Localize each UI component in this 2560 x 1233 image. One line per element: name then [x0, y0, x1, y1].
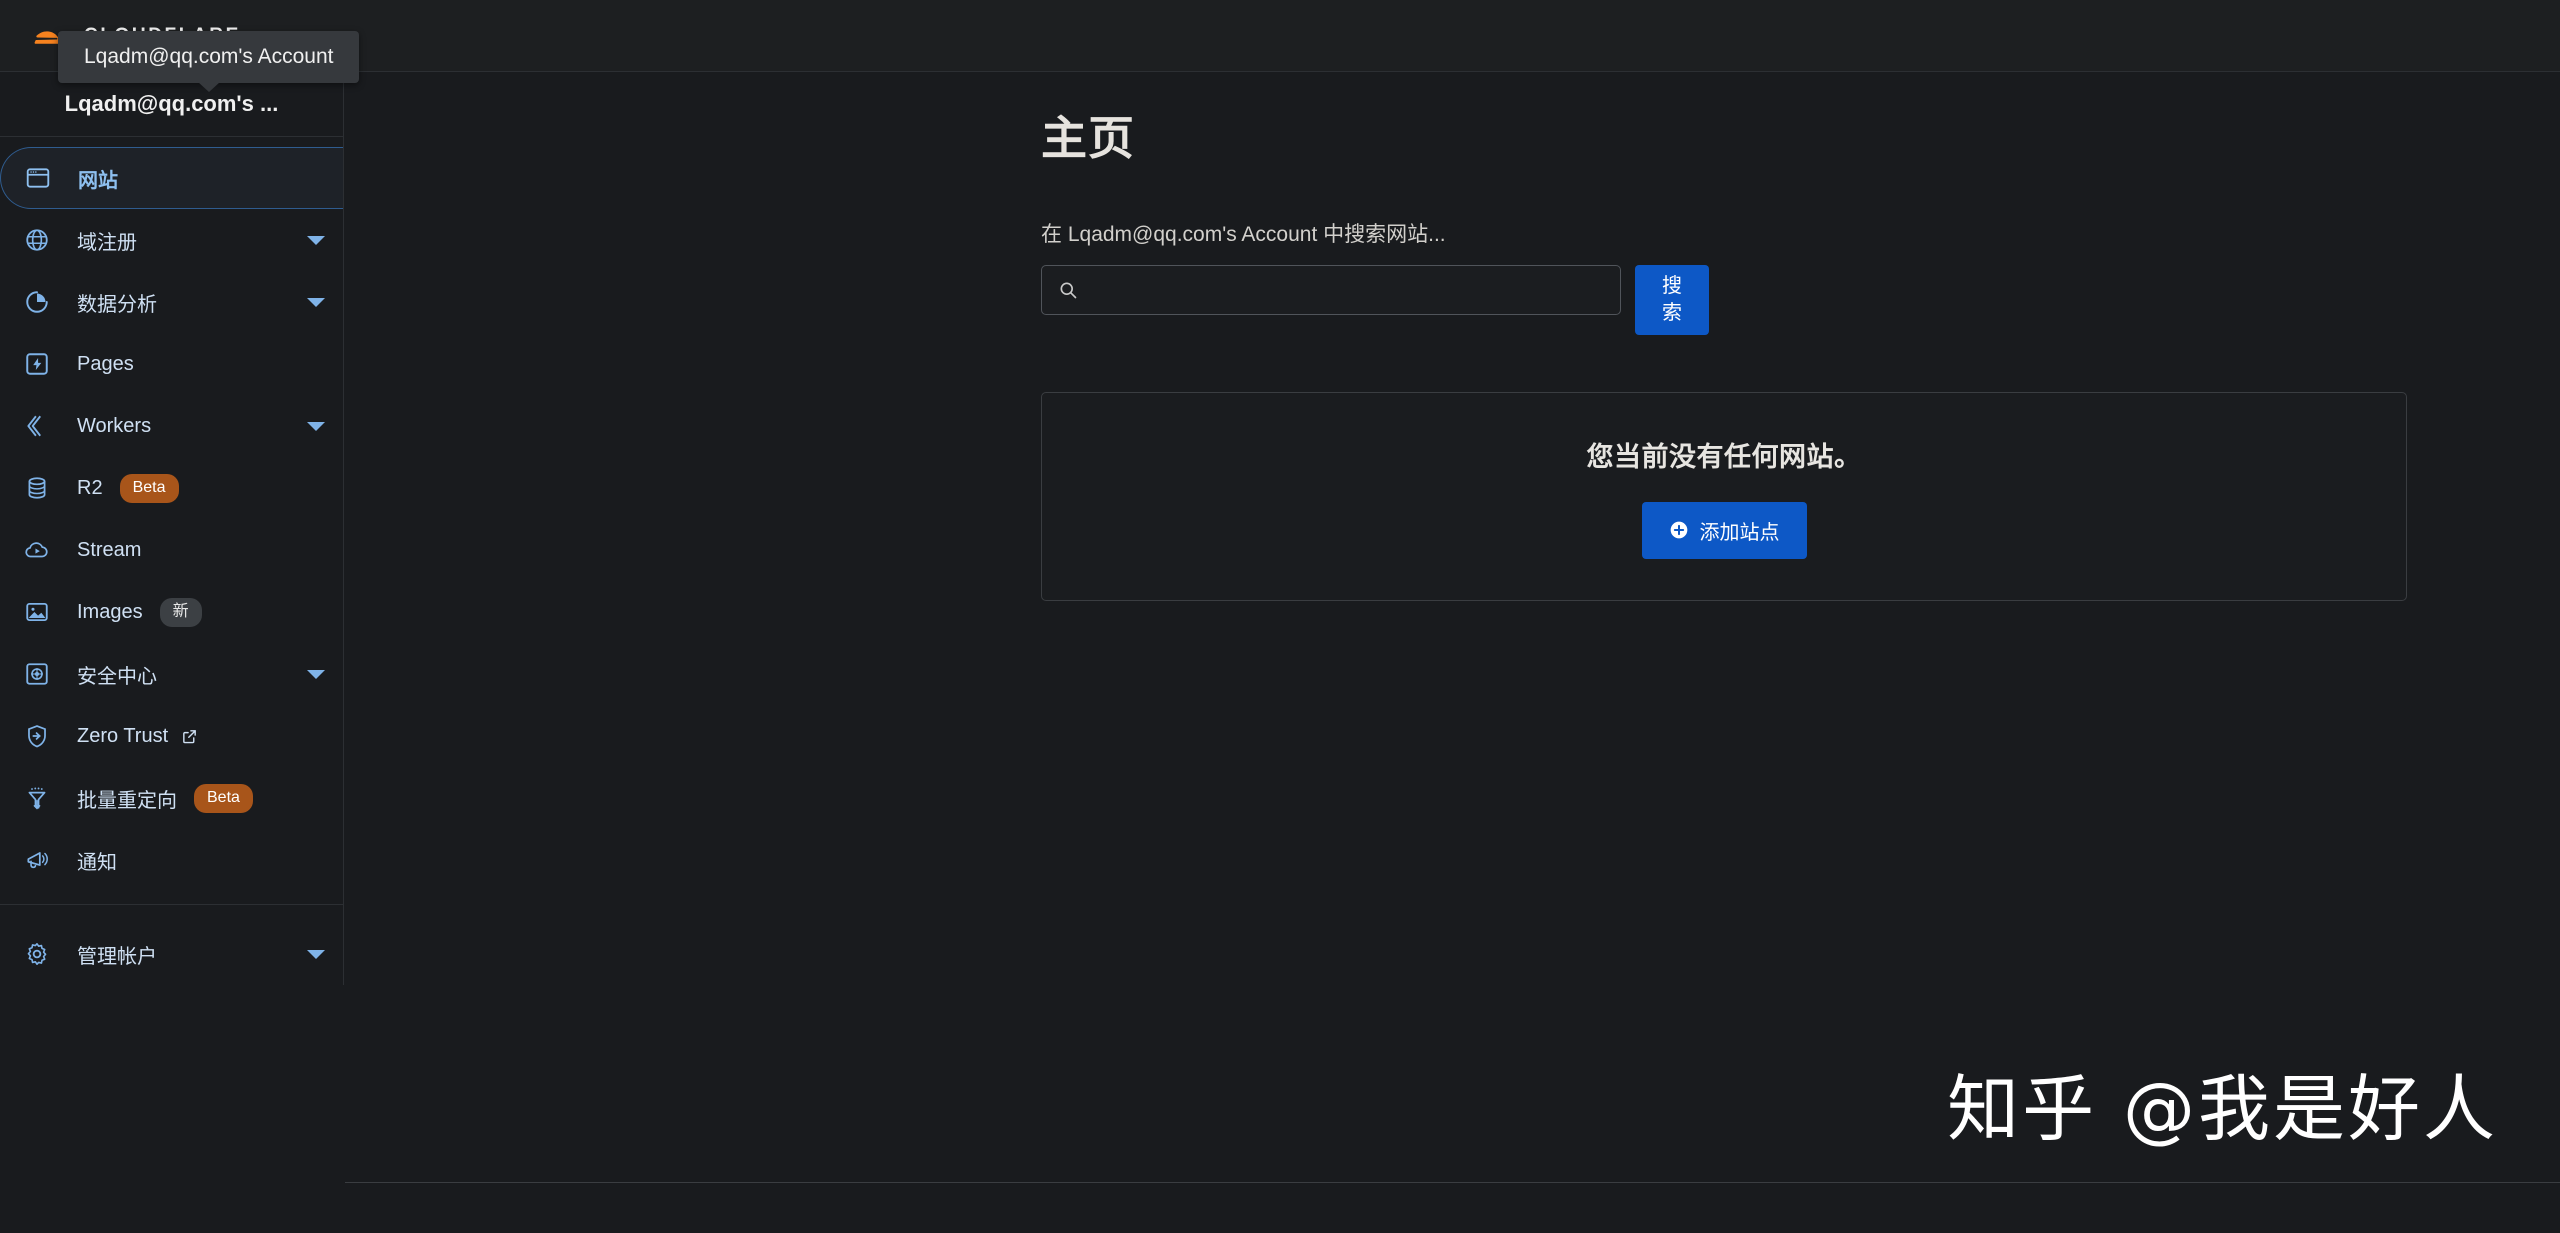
search-icon	[1058, 280, 1078, 300]
sidebar-item-安全中心[interactable]: 安全中心	[0, 643, 343, 705]
lightning-page-icon	[22, 349, 52, 379]
sidebar-item-label: Zero Trust	[77, 724, 169, 747]
search-button[interactable]: 搜索	[1635, 265, 1709, 335]
sidebar-item-label: 安全中心	[77, 665, 157, 688]
sidebar-item-images[interactable]: Images 新	[0, 581, 343, 643]
sidebar-nav: 网站域注册数据分析 Pages Workers R2 Beta Stream Images 新…	[0, 137, 343, 891]
sidebar-item-label: Stream	[77, 538, 142, 561]
top-header-bar: CLOUDFLARE	[0, 0, 2560, 72]
sidebar-item-r2[interactable]: R2 Beta	[0, 457, 343, 519]
chevron-down-icon[interactable]	[307, 949, 325, 959]
account-tooltip: Lqadm@qq.com's Account	[58, 31, 360, 83]
bottom-strip	[0, 1184, 2560, 1233]
sidebar-item-label: Pages	[77, 352, 134, 375]
external-link-icon	[181, 728, 198, 745]
globe-icon	[22, 225, 52, 255]
sidebar-divider	[0, 904, 343, 905]
sidebar-item-域注册[interactable]: 域注册	[0, 209, 343, 271]
shield-arrow-icon	[22, 721, 52, 751]
sidebar-account-name: Lqadm@qq.com's ...	[64, 91, 279, 117]
sidebar-item-批量重定向[interactable]: 批量重定向 Beta	[0, 767, 343, 829]
sidebar-item-网站[interactable]: 网站	[0, 147, 343, 210]
sidebar-item-label: R2	[77, 476, 103, 499]
shield-target-icon	[22, 659, 52, 689]
sidebar-item-label: 批量重定向	[77, 789, 177, 812]
pie-chart-icon	[22, 287, 52, 317]
sidebar-item-label: Workers	[77, 414, 152, 437]
sidebar-item-workers[interactable]: Workers	[0, 395, 343, 457]
sidebar-item-zero-trust[interactable]: Zero Trust	[0, 705, 343, 767]
content-column: 主页 在 Lqadm@qq.com's Account 中搜索网站... 搜索 …	[345, 72, 2560, 601]
workers-diamond-icon	[22, 411, 52, 441]
chevron-down-icon[interactable]	[307, 421, 325, 431]
sidebar-item-通知[interactable]: 通知	[0, 829, 343, 891]
sidebar-item-badge: 新	[159, 597, 202, 627]
page-title: 主页	[1041, 112, 1135, 164]
chevron-down-icon[interactable]	[307, 297, 325, 307]
add-site-button[interactable]: 添加站点	[1641, 501, 1807, 559]
sidebar-item-badge: Beta	[194, 783, 253, 813]
megaphone-icon	[22, 845, 52, 875]
gear-icon	[22, 939, 52, 969]
sidebar-item-badge: Beta	[119, 473, 179, 503]
sidebar-item-stream[interactable]: Stream	[0, 519, 343, 581]
plus-circle-icon	[1669, 520, 1689, 540]
sidebar-item-管理帐户[interactable]: 管理帐户	[0, 923, 343, 985]
image-icon	[22, 597, 52, 627]
chevron-down-icon[interactable]	[307, 669, 325, 679]
app-root: CLOUDFLARE Lqadm@qq.com's Account Lqadm@…	[0, 0, 2560, 1233]
main-content: 主页 在 Lqadm@qq.com's Account 中搜索网站... 搜索 …	[345, 72, 2560, 1183]
sidebar-item-label: Images	[77, 600, 143, 623]
empty-state-card: 您当前没有任何网站。 添加站点	[1041, 392, 2407, 601]
sidebar-item-label: 域注册	[77, 231, 137, 254]
browser-window-icon	[23, 163, 53, 193]
chevron-down-icon[interactable]	[307, 235, 325, 245]
funnel-icon	[22, 783, 52, 813]
search-row: 搜索	[1041, 265, 2560, 335]
sidebar-item-label: 通知	[77, 851, 117, 874]
add-site-label: 添加站点	[1699, 521, 1780, 544]
account-tooltip-text: Lqadm@qq.com's Account	[84, 45, 334, 68]
sidebar-nav-footer: 管理帐户	[0, 913, 343, 985]
database-icon	[22, 473, 52, 503]
search-label: 在 Lqadm@qq.com's Account 中搜索网站...	[1041, 223, 1446, 246]
sidebar-item-label: 网站	[78, 169, 118, 192]
empty-state-title: 您当前没有任何网站。	[1586, 441, 1862, 472]
sidebar-item-label: 数据分析	[77, 293, 157, 316]
search-box[interactable]	[1041, 265, 1621, 315]
search-input[interactable]	[1078, 266, 1620, 314]
sidebar-item-label: 管理帐户	[77, 945, 157, 968]
sidebar: Lqadm@qq.com's ... 网站域注册数据分析 Pages Workers…	[0, 72, 344, 985]
cloud-play-icon	[22, 535, 52, 565]
zhihu-watermark: 知乎 @我是好人	[1947, 1067, 2498, 1151]
sidebar-item-pages[interactable]: Pages	[0, 333, 343, 395]
sidebar-item-数据分析[interactable]: 数据分析	[0, 271, 343, 333]
